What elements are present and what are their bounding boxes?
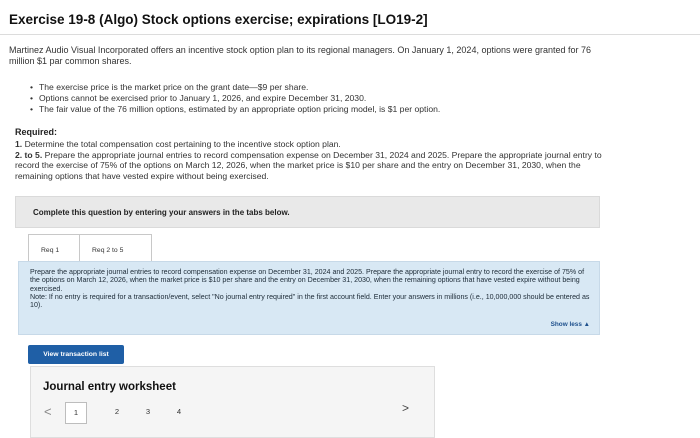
panel-note-text: Note: If no entry is required for a tran… xyxy=(30,292,590,310)
tab-label: Req 2 to 5 xyxy=(92,247,124,254)
required-item-number: 2. to 5. xyxy=(15,149,43,160)
instruction-banner-text: Complete this question by entering your … xyxy=(33,208,290,217)
title-divider xyxy=(0,34,700,35)
required-heading: Required: xyxy=(15,127,58,137)
tab-req-2-to-5[interactable]: Req 2 to 5 xyxy=(80,234,152,262)
view-transaction-list-button[interactable]: View transaction list xyxy=(28,345,124,364)
required-list: 1. Determine the total compensation cost… xyxy=(15,139,615,181)
worksheet-page-4[interactable]: 4 xyxy=(168,402,190,424)
fact-item: The fair value of the 76 million options… xyxy=(30,104,440,115)
intro-text: Martinez Audio Visual Incorporated offer… xyxy=(9,45,592,66)
required-item: 2. to 5. Prepare the appropriate journal… xyxy=(15,150,615,182)
fact-item: Options cannot be exercised prior to Jan… xyxy=(30,93,440,104)
show-less-link[interactable]: Show less ▲ xyxy=(551,321,590,328)
worksheet-page-2[interactable]: 2 xyxy=(106,402,128,424)
chevron-left-icon[interactable]: < xyxy=(44,404,52,419)
given-facts-list: The exercise price is the market price o… xyxy=(30,82,440,115)
panel-instructions-text: Prepare the appropriate journal entries … xyxy=(30,268,585,293)
required-item-number: 1. xyxy=(15,139,23,149)
journal-entry-worksheet: Journal entry worksheet < 1 2 3 4 > xyxy=(30,366,435,438)
required-item: 1. Determine the total compensation cost… xyxy=(15,139,615,150)
panel-instructions: Prepare the appropriate journal entries … xyxy=(30,268,590,309)
fact-item: The exercise price is the market price o… xyxy=(30,82,440,93)
worksheet-page-1[interactable]: 1 xyxy=(65,402,87,424)
tab-content-panel: Prepare the appropriate journal entries … xyxy=(18,261,600,335)
chevron-right-icon[interactable]: > xyxy=(402,401,409,415)
instruction-banner: Complete this question by entering your … xyxy=(15,196,600,228)
required-item-text: Determine the total compensation cost pe… xyxy=(24,139,341,149)
worksheet-page-3[interactable]: 3 xyxy=(137,402,159,424)
worksheet-title: Journal entry worksheet xyxy=(43,381,176,393)
tab-req-1[interactable]: Req 1 xyxy=(28,234,80,262)
tab-label: Req 1 xyxy=(41,247,60,254)
page-title: Exercise 19-8 (Algo) Stock options exerc… xyxy=(9,12,428,27)
required-item-text: Prepare the appropriate journal entries … xyxy=(15,149,602,181)
